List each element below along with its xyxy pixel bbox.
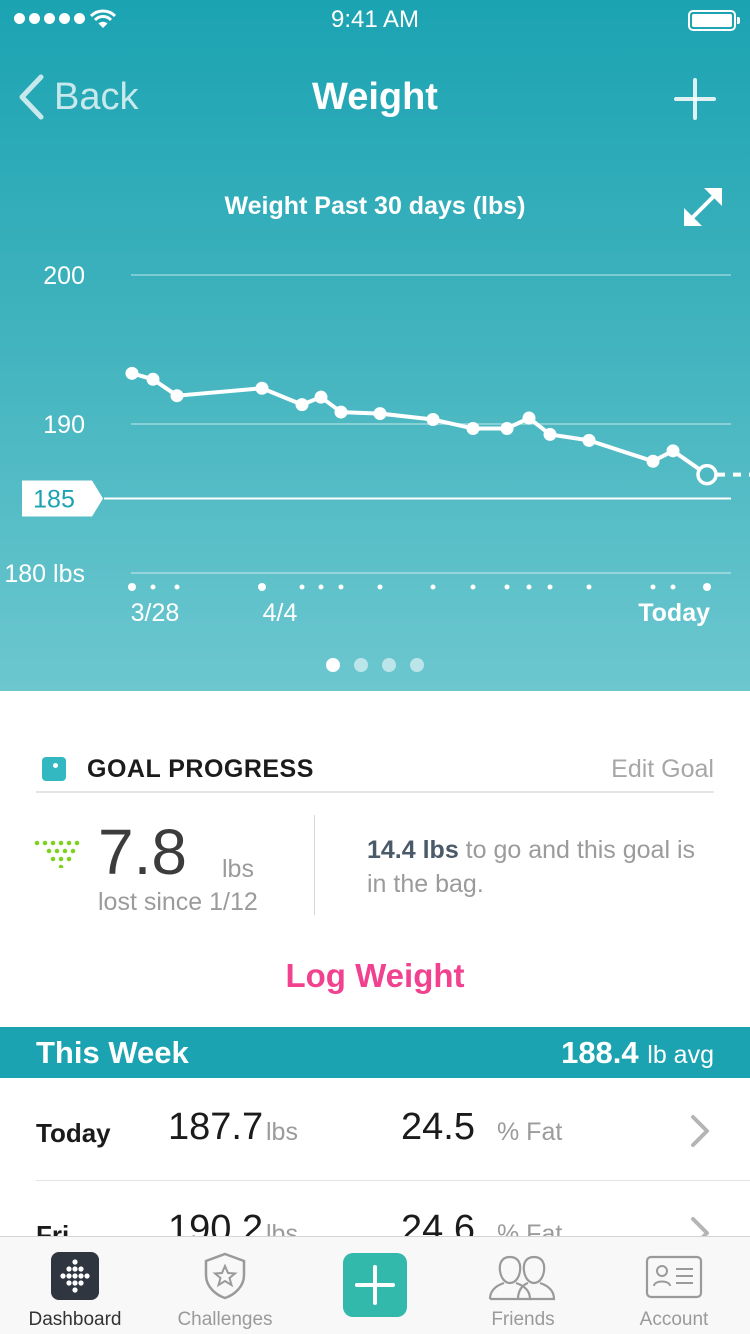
- y-tick-label: 200: [43, 262, 85, 290]
- add-entry-button[interactable]: [674, 78, 716, 120]
- week-avg-value: 188.4: [561, 1035, 639, 1070]
- x-axis-dot: [430, 584, 436, 590]
- goal-scale-icon: [42, 757, 66, 781]
- data-point: [146, 372, 160, 386]
- x-axis-dot: [504, 584, 510, 590]
- goal-remaining-note: 14.4 lbs to go and this goal is in the b…: [367, 833, 717, 901]
- x-tick-label: Today: [638, 599, 710, 627]
- row-day: Today: [36, 1118, 111, 1148]
- x-axis-dot: [670, 584, 676, 590]
- x-axis-dot: [318, 584, 324, 590]
- chevron-right-icon: [691, 1115, 709, 1147]
- x-axis-dot: [258, 583, 266, 591]
- add-button[interactable]: [343, 1253, 407, 1317]
- row-fat: 24.5: [401, 1106, 475, 1148]
- weight-header: 9:41 AM Back Weight Weight Past 30 days …: [0, 0, 750, 691]
- week-average: 188.4 lb avg: [561, 1035, 714, 1071]
- data-point: [543, 427, 557, 441]
- x-tick-label: 3/28: [131, 599, 180, 627]
- x-axis-dot: [703, 583, 711, 591]
- tab-label: Account: [639, 1309, 709, 1330]
- data-point: [666, 444, 680, 458]
- page-dot[interactable]: [382, 658, 396, 672]
- expand-icon[interactable]: [680, 184, 726, 230]
- lbs-lost-value: 7.8: [98, 816, 187, 888]
- x-axis-dot: [377, 584, 383, 590]
- y-tick-label: 180 lbs: [4, 560, 85, 588]
- x-axis-dot: [150, 584, 156, 590]
- goal-progress-title: GOAL PROGRESS: [87, 755, 314, 783]
- add-icon: [355, 1265, 395, 1305]
- tab-label: Challenges: [177, 1309, 273, 1330]
- status-time: 9:41 AM: [330, 6, 420, 33]
- data-point: [466, 421, 480, 435]
- x-axis-dot: [299, 584, 305, 590]
- row-fat-unit: % Fat: [497, 1118, 563, 1146]
- tab-account[interactable]: Account: [599, 1237, 749, 1334]
- data-point: [125, 366, 139, 380]
- data-point: [500, 421, 514, 435]
- tab-friends[interactable]: Friends: [448, 1237, 598, 1334]
- row-weight-unit: lbs: [266, 1118, 298, 1146]
- x-axis-dot: [174, 584, 180, 590]
- data-point: [373, 407, 387, 421]
- this-week-label: This Week: [36, 1035, 189, 1070]
- data-point: [522, 411, 536, 425]
- data-point: [582, 433, 596, 447]
- x-axis-dot: [470, 584, 476, 590]
- chart-title: Weight Past 30 days (lbs): [224, 192, 526, 220]
- this-week-bar: This Week 188.4 lb avg: [0, 1027, 750, 1078]
- account-icon: [645, 1255, 703, 1299]
- x-axis-dot: [547, 584, 553, 590]
- y-tick-label: 190: [43, 411, 85, 439]
- x-tick-label: 4/4: [263, 599, 298, 627]
- status-bar: 9:41 AM: [0, 0, 750, 40]
- lbs-lost-since: lost since 1/12: [98, 888, 258, 916]
- row-weight: 187.7: [168, 1106, 264, 1148]
- x-axis-dot: [650, 584, 656, 590]
- tab-bar: Dashboard Challenges Friends Account: [0, 1236, 750, 1334]
- tab-dashboard[interactable]: Dashboard: [0, 1237, 150, 1334]
- page-title: Weight: [312, 76, 438, 118]
- data-point: [426, 413, 440, 427]
- page-dot[interactable]: [410, 658, 424, 672]
- friends-icon: [488, 1255, 556, 1301]
- goal-divider: [314, 815, 315, 915]
- page-dot[interactable]: [354, 658, 368, 672]
- goal-badge-label: 185: [33, 486, 75, 514]
- page-dot[interactable]: [326, 658, 340, 672]
- weight-log-row[interactable]: Today 187.7 lbs 24.5 % Fat: [0, 1080, 750, 1182]
- data-point: [170, 389, 184, 403]
- x-axis-dot: [526, 584, 532, 590]
- log-weight-button[interactable]: Log Weight: [0, 957, 750, 995]
- page-indicator[interactable]: [0, 658, 750, 672]
- x-axis-dot: [128, 583, 136, 591]
- data-point-today: [696, 463, 718, 486]
- dashboard-icon: [51, 1252, 99, 1300]
- tab-label: Friends: [491, 1309, 555, 1330]
- week-avg-unit: lb avg: [647, 1041, 714, 1069]
- data-point: [314, 390, 328, 404]
- lbs-lost-unit: lbs: [222, 855, 254, 883]
- battery-icon: [688, 10, 740, 31]
- data-point: [295, 398, 309, 412]
- data-point: [334, 405, 348, 419]
- goal-progress-header: GOAL PROGRESS Edit Goal: [36, 745, 714, 793]
- tab-label: Dashboard: [28, 1309, 122, 1330]
- goal-remaining-amount: 14.4 lbs: [367, 836, 459, 864]
- challenges-icon: [204, 1252, 246, 1300]
- edit-goal-button[interactable]: Edit Goal: [611, 755, 714, 784]
- data-point: [646, 454, 660, 468]
- data-point: [255, 381, 269, 395]
- weight-chart[interactable]: 200 190 180 lbs 185 3/28 4/4 Today: [0, 240, 750, 640]
- weight-loss-icon: [34, 840, 80, 868]
- row-divider: [36, 1180, 750, 1181]
- x-axis-dot: [586, 584, 592, 590]
- tab-challenges[interactable]: Challenges: [150, 1237, 300, 1334]
- goal-progress-body: 7.8 lbs lost since 1/12 14.4 lbs to go a…: [0, 795, 750, 935]
- x-axis-dot: [338, 584, 344, 590]
